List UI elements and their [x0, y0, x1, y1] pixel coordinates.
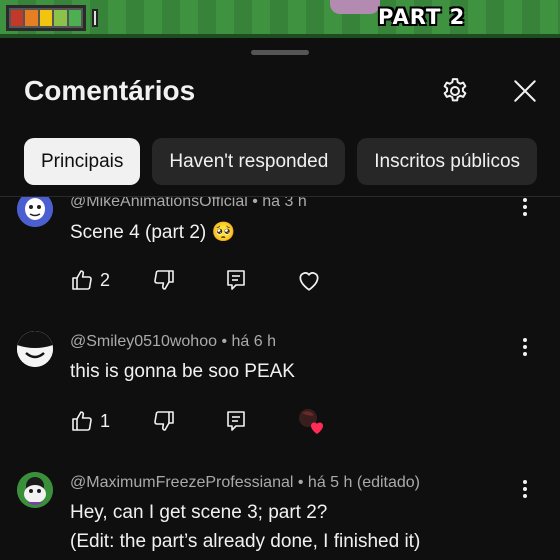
avatar[interactable]: [17, 331, 53, 367]
battery-meter-graphic: [6, 5, 86, 31]
dislike-button[interactable]: [152, 268, 224, 292]
comment-meta: @MikeAnimationsOfficial • há 3 h: [70, 197, 307, 211]
video-character: [330, 0, 380, 14]
dislike-button[interactable]: [152, 409, 224, 433]
comment-time: há 3 h: [262, 197, 307, 210]
reply-icon: [227, 411, 245, 431]
more-options-button[interactable]: [516, 335, 534, 359]
meta-separator: •: [252, 197, 263, 210]
close-button[interactable]: [507, 73, 543, 109]
comment-text: Hey, can I get scene 3; part 2?: [70, 502, 328, 523]
chip-havent-responded[interactable]: Haven't responded: [152, 138, 346, 185]
comment-author[interactable]: @MaximumFreezeProfessianal: [70, 474, 293, 491]
comment-text: Scene 4 (part 2) 🥺: [70, 222, 236, 243]
like-count: 1: [100, 410, 111, 431]
thumbs-down-icon: [154, 411, 174, 431]
comment-meta: @MaximumFreezeProfessianal • há 5 h (edi…: [70, 474, 420, 492]
battery-cell: [39, 10, 53, 26]
comment-actions: 1: [70, 407, 326, 435]
close-icon: [514, 80, 536, 102]
comment-text: this is gonna be soo PEAK: [70, 361, 295, 382]
like-count: 2: [100, 269, 111, 290]
comment-item: @Smiley0510wohoo • há 6 h this is gonna …: [0, 327, 560, 447]
comment-time: há 5 h: [307, 474, 353, 491]
like-button[interactable]: 2: [70, 268, 152, 292]
settings-button[interactable]: [437, 73, 473, 109]
comment-meta: @Smiley0510wohoo • há 6 h: [70, 333, 276, 351]
thumbs-down-icon: [154, 270, 174, 290]
battery-cell: [25, 10, 38, 26]
edited-label: (editado): [356, 474, 421, 491]
avatar-character-image: [17, 197, 53, 227]
chip-inscritos-publicos[interactable]: Inscritos públicos: [357, 138, 538, 185]
like-button[interactable]: 1: [70, 409, 152, 433]
battery-cell: [54, 10, 67, 26]
more-options-button[interactable]: [516, 197, 534, 219]
comment-actions: 2: [70, 267, 322, 293]
creator-heart-badge[interactable]: [296, 407, 326, 435]
comments-sheet: Comentários Principais Haven't responded…: [0, 38, 560, 560]
battery-cell: [68, 10, 82, 26]
comments-list: @MikeAnimationsOfficial • há 3 h Scene 4…: [0, 197, 560, 560]
meta-separator: •: [297, 474, 308, 491]
video-overlay-text: PART 2: [378, 5, 466, 29]
filter-chips: Principais Haven't responded Inscritos p…: [24, 138, 538, 185]
battery-tip-graphic: [92, 9, 98, 27]
meta-separator: •: [221, 333, 232, 350]
creator-heart-icon: [299, 409, 323, 434]
sheet-title: Comentários: [24, 75, 196, 106]
more-options-button[interactable]: [516, 477, 534, 501]
comment-item: @MaximumFreezeProfessianal • há 5 h (edi…: [0, 467, 560, 560]
avatar-character-image: [17, 472, 53, 508]
avatar[interactable]: [17, 197, 53, 227]
reply-icon: [227, 270, 245, 290]
battery-cell: [11, 10, 24, 26]
gear-icon: [443, 78, 467, 102]
avatar-smiley-image: [17, 331, 53, 367]
reply-button[interactable]: [224, 409, 296, 433]
reply-button[interactable]: [224, 268, 296, 292]
video-player-strip[interactable]: PART 2: [0, 0, 560, 38]
comment-time: há 6 h: [231, 333, 276, 350]
comment-author[interactable]: @Smiley0510wohoo: [70, 333, 217, 350]
comment-author[interactable]: @MikeAnimationsOfficial: [70, 197, 248, 210]
chip-principais[interactable]: Principais: [24, 138, 141, 185]
comment-text-line-2: (Edit: the part’s already done, I finish…: [70, 531, 421, 552]
comment-item: @MikeAnimationsOfficial • há 3 h Scene 4…: [0, 197, 560, 309]
heart-button[interactable]: [296, 267, 322, 293]
avatar[interactable]: [17, 472, 53, 508]
thumbs-up-icon: [72, 270, 92, 290]
sheet-drag-handle[interactable]: [251, 50, 309, 55]
heart-outline-icon: [299, 272, 319, 291]
thumbs-up-icon: [72, 411, 92, 431]
